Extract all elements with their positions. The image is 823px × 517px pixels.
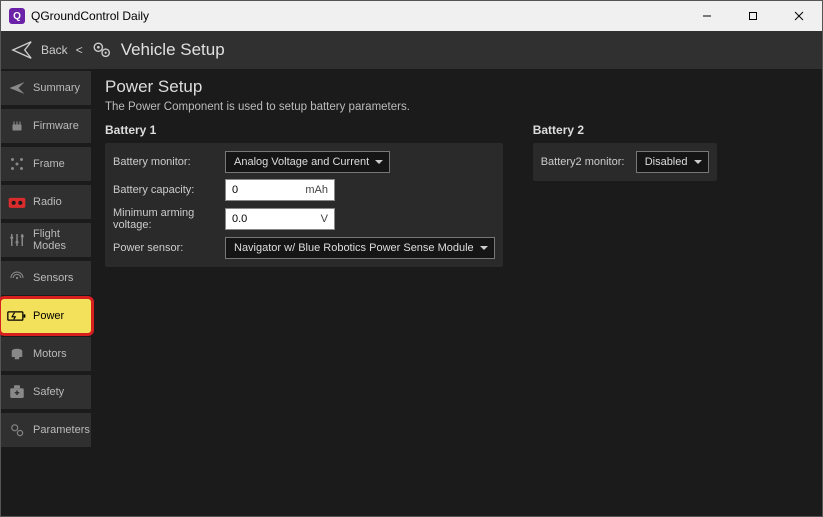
battery-monitor-label: Battery monitor: <box>113 156 225 168</box>
sidebar-item-radio[interactable]: Radio <box>1 185 91 219</box>
battery-capacity-input[interactable]: 0 mAh <box>225 179 335 201</box>
app-icon: Q <box>9 8 25 24</box>
input-value: 0.0 <box>232 213 247 225</box>
battery1-heading: Battery 1 <box>105 123 503 137</box>
sidebar-item-frame[interactable]: Frame <box>1 147 91 181</box>
battery2-form: Battery2 monitor: Disabled <box>533 143 717 181</box>
back-button[interactable]: Back <box>41 43 68 57</box>
medkit-icon <box>7 382 27 402</box>
app-window: Q QGroundControl Daily Back < Vehicle Se… <box>0 0 823 517</box>
back-chevron: < <box>76 43 83 57</box>
sidebar-item-firmware[interactable]: Firmware <box>1 109 91 143</box>
close-button[interactable] <box>776 1 822 31</box>
battery1-form: Battery monitor: Analog Voltage and Curr… <box>105 143 503 267</box>
signal-icon <box>7 268 27 288</box>
gears-icon <box>7 420 27 440</box>
page-section-title: Vehicle Setup <box>121 40 225 60</box>
sidebar-item-label: Safety <box>33 386 64 398</box>
window-title: QGroundControl Daily <box>31 9 149 23</box>
minimize-button[interactable] <box>684 1 730 31</box>
sliders-icon <box>7 230 27 250</box>
power-sensor-label: Power sensor: <box>113 242 225 254</box>
sidebar-item-label: Frame <box>33 158 65 170</box>
app-body: Back < Vehicle Setup Summary Firmware Fr… <box>1 31 822 516</box>
power-sensor-dropdown[interactable]: Navigator w/ Blue Robotics Power Sense M… <box>225 237 495 259</box>
input-value: 0 <box>232 184 238 196</box>
columns: Battery 1 Battery monitor: Analog Voltag… <box>105 123 808 267</box>
sidebar-item-flight-modes[interactable]: Flight Modes <box>1 223 91 257</box>
sidebar-item-motors[interactable]: Motors <box>1 337 91 371</box>
gears-icon[interactable] <box>91 39 113 61</box>
sidebar-item-label: Motors <box>33 348 67 360</box>
frame-icon <box>7 154 27 174</box>
sidebar-item-power[interactable]: Power <box>1 299 91 333</box>
battery-monitor-dropdown[interactable]: Analog Voltage and Current <box>225 151 390 173</box>
sidebar-item-safety[interactable]: Safety <box>1 375 91 409</box>
sidebar-item-label: Power <box>33 310 64 322</box>
battery2-heading: Battery 2 <box>533 123 717 137</box>
main-panel: Power Setup The Power Component is used … <box>91 69 822 516</box>
battery1-section: Battery 1 Battery monitor: Analog Voltag… <box>105 123 503 267</box>
sidebar-item-parameters[interactable]: Parameters <box>1 413 91 447</box>
battery-capacity-label: Battery capacity: <box>113 184 225 196</box>
min-arming-voltage-input[interactable]: 0.0 V <box>225 208 335 230</box>
sidebar-item-label: Parameters <box>33 424 90 436</box>
plane-icon <box>7 78 27 98</box>
input-unit: V <box>321 213 328 225</box>
sidebar-item-summary[interactable]: Summary <box>1 71 91 105</box>
sidebar: Summary Firmware Frame Radio Flight Mode… <box>1 69 91 516</box>
battery2-monitor-label: Battery2 monitor: <box>541 156 636 168</box>
sidebar-item-label: Summary <box>33 82 80 94</box>
sidebar-item-label: Firmware <box>33 120 79 132</box>
chip-icon <box>7 116 27 136</box>
page-subtitle: The Power Component is used to setup bat… <box>105 101 808 113</box>
dropdown-value: Disabled <box>645 156 688 168</box>
battery-icon <box>7 306 27 326</box>
motor-icon <box>7 344 27 364</box>
dropdown-value: Navigator w/ Blue Robotics Power Sense M… <box>234 242 474 254</box>
page-title: Power Setup <box>105 77 808 97</box>
plane-icon[interactable] <box>11 39 33 61</box>
topbar: Back < Vehicle Setup <box>1 31 822 69</box>
min-arming-voltage-label: Minimum arming voltage: <box>113 207 225 231</box>
sidebar-item-label: Sensors <box>33 272 73 284</box>
radio-icon <box>7 192 27 212</box>
dropdown-value: Analog Voltage and Current <box>234 156 369 168</box>
battery2-section: Battery 2 Battery2 monitor: Disabled <box>533 123 717 267</box>
titlebar: Q QGroundControl Daily <box>1 1 822 31</box>
sidebar-item-label: Radio <box>33 196 62 208</box>
sidebar-item-sensors[interactable]: Sensors <box>1 261 91 295</box>
content: Summary Firmware Frame Radio Flight Mode… <box>1 69 822 516</box>
sidebar-item-label: Flight Modes <box>33 228 85 252</box>
battery2-monitor-dropdown[interactable]: Disabled <box>636 151 709 173</box>
maximize-button[interactable] <box>730 1 776 31</box>
input-unit: mAh <box>305 184 328 196</box>
